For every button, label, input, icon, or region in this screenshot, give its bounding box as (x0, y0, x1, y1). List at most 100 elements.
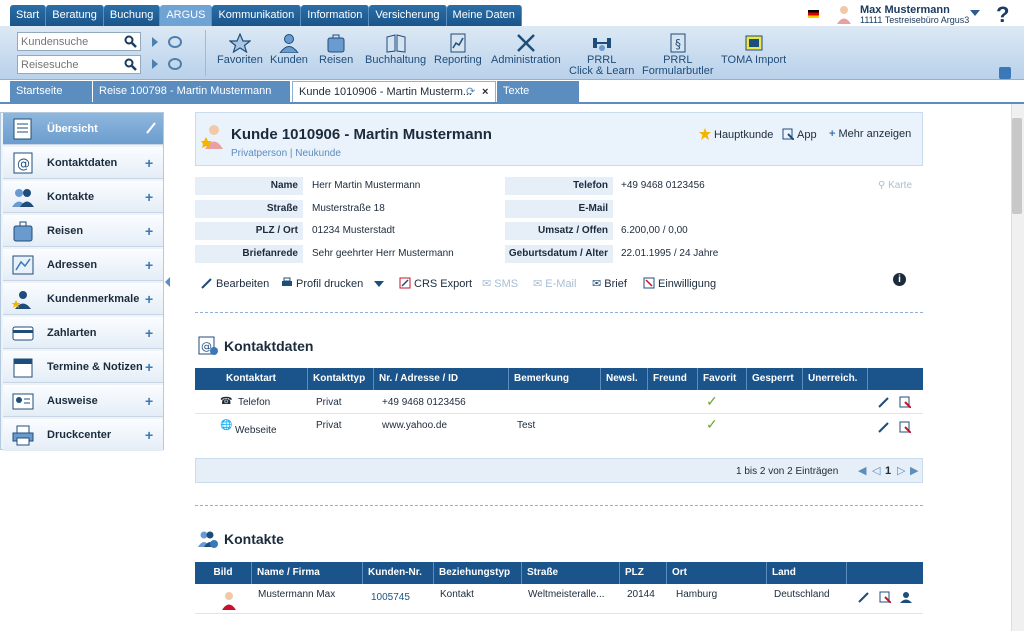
consent-button[interactable]: Einwilligung (643, 277, 716, 290)
tab-reise[interactable]: Reise 100798 - Martin Mustermann (93, 81, 290, 102)
sidebar-item-kundenmerkmale[interactable]: Kundenmerkmale + (3, 283, 163, 315)
show-more-link[interactable]: + Mehr anzeigen (829, 128, 911, 140)
column-header[interactable]: Bemerkung (509, 368, 601, 390)
nav-tab-argus[interactable]: ARGUS (160, 5, 213, 26)
german-flag-icon[interactable] (808, 10, 819, 18)
delete-icon[interactable] (899, 421, 911, 433)
tool-toma-import[interactable]: TOMA Import (721, 33, 786, 66)
edit-button[interactable]: Bearbeiten (201, 277, 269, 290)
column-header[interactable]: Straße (522, 562, 620, 584)
column-header[interactable]: Nr. / Adresse / ID (374, 368, 509, 390)
tool-reporting[interactable]: Reporting (434, 33, 482, 66)
customer-recent-icon[interactable] (168, 36, 182, 48)
add-icon[interactable]: + (145, 292, 153, 306)
column-header[interactable]: Kunden-Nr. (363, 562, 434, 584)
table-row[interactable]: ☎ Telefon Privat +49 9468 0123456 ✓ (195, 390, 923, 414)
sms-button[interactable]: ✉ SMS (482, 277, 518, 290)
column-header[interactable]: Favorit (698, 368, 747, 390)
table-row[interactable]: 🌐 Webseite Privat www.yahoo.de Test ✓ (195, 414, 923, 444)
column-header[interactable]: PLZ (620, 562, 667, 584)
column-header[interactable]: Kontaktart (195, 368, 308, 390)
column-header[interactable]: Name / Firma (252, 562, 363, 584)
add-icon[interactable]: + (145, 360, 153, 374)
customer-search-field[interactable] (17, 32, 141, 51)
column-header[interactable]: Newsl. (601, 368, 648, 390)
customer-search-input[interactable] (18, 33, 118, 50)
app-link[interactable]: App (782, 128, 817, 141)
scrollbar-thumb[interactable] (1012, 118, 1022, 214)
tab-startseite[interactable]: Startseite (10, 81, 92, 102)
add-icon[interactable]: + (145, 428, 153, 442)
tool-administration[interactable]: Administration (491, 33, 561, 66)
sidebar-item-kontakte[interactable]: Kontakte + (3, 181, 163, 213)
tool-kunden[interactable]: Kunden (270, 33, 308, 66)
sidebar-item-uebersicht[interactable]: Übersicht (3, 113, 163, 145)
letter-button[interactable]: ✉ Brief (592, 277, 627, 290)
tab-texte[interactable]: Texte (497, 81, 579, 102)
trip-search-field[interactable] (17, 55, 141, 74)
delete-icon[interactable] (879, 591, 891, 603)
sidebar-item-druckcenter[interactable]: Druckcenter + (3, 419, 163, 451)
sidebar-item-zahlarten[interactable]: Zahlarten + (3, 317, 163, 349)
tool-favoriten[interactable]: Favoriten (217, 33, 263, 66)
tool-prrl-click-learn[interactable]: PRRL Click & Learn (569, 33, 634, 77)
search-icon[interactable] (124, 58, 137, 71)
map-link[interactable]: ⚲ Karte (878, 180, 912, 191)
trip-search-go-icon[interactable] (152, 59, 158, 69)
pencil-icon[interactable] (878, 421, 890, 433)
first-page-icon[interactable]: ◀ (858, 464, 866, 477)
column-header[interactable]: Ort (667, 562, 767, 584)
sidebar-item-adressen[interactable]: Adressen + (3, 249, 163, 281)
main-customer-link[interactable]: Hauptkunde (699, 128, 773, 141)
nav-tab-information[interactable]: Information (301, 5, 370, 26)
collapse-toolbar-icon[interactable] (999, 67, 1011, 79)
customer-number-link[interactable]: 1005745 (371, 592, 410, 603)
print-profile-button[interactable]: Profil drucken (281, 277, 363, 290)
nav-tab-buchung[interactable]: Buchung (103, 5, 161, 26)
sidebar-item-reisen[interactable]: Reisen + (3, 215, 163, 247)
tool-prrl-formularbutler[interactable]: § PRRL Formularbutler (642, 33, 714, 77)
next-page-icon[interactable]: ▷ (897, 464, 905, 477)
column-header[interactable]: Kontakttyp (308, 368, 374, 390)
current-page[interactable]: 1 (885, 465, 891, 477)
nav-tab-start[interactable]: Start (10, 5, 47, 26)
column-header[interactable]: Bild (195, 562, 252, 584)
tool-buchhaltung[interactable]: Buchhaltung (365, 33, 426, 66)
sidebar-item-ausweise[interactable]: Ausweise + (3, 385, 163, 417)
column-header[interactable]: Unerreich. (803, 368, 868, 390)
nav-tab-beratung[interactable]: Beratung (46, 5, 104, 26)
tab-kunde[interactable]: Kunde 1010906 - Martin Musterm... ⟳ × (292, 81, 496, 102)
open-customer-icon[interactable] (900, 591, 912, 603)
pencil-icon[interactable] (878, 396, 890, 408)
nav-tab-meine-daten[interactable]: Meine Daten (446, 5, 522, 26)
pencil-icon[interactable] (858, 591, 870, 603)
add-icon[interactable]: + (145, 224, 153, 238)
tool-reisen[interactable]: Reisen (319, 33, 353, 66)
help-icon[interactable]: ? (996, 2, 1009, 28)
sidebar-item-termine-notizen[interactable]: Termine & Notizen + (3, 351, 163, 383)
add-icon[interactable]: + (145, 394, 153, 408)
sidebar-item-kontaktdaten[interactable]: @ Kontaktdaten + (3, 147, 163, 179)
add-icon[interactable]: + (145, 258, 153, 272)
customer-search-go-icon[interactable] (152, 37, 158, 47)
search-icon[interactable] (124, 35, 137, 48)
collapse-sidebar-icon[interactable] (165, 277, 170, 287)
column-header[interactable]: Beziehungstyp (434, 562, 522, 584)
user-menu[interactable]: Max Mustermann 11111 Testreisebüro Argus… (808, 4, 988, 26)
add-icon[interactable]: + (145, 190, 153, 204)
pencil-icon[interactable] (145, 121, 157, 135)
add-icon[interactable]: + (145, 156, 153, 170)
info-icon[interactable]: i (893, 273, 906, 286)
table-row[interactable]: Mustermann Max 1005745 Kontakt Weltmeist… (195, 584, 923, 614)
column-header[interactable]: Gesperrt (747, 368, 803, 390)
crs-export-button[interactable]: CRS Export (399, 277, 472, 290)
chevron-down-icon[interactable] (970, 10, 980, 16)
trip-search-input[interactable] (18, 56, 118, 73)
column-header[interactable]: Freund (648, 368, 698, 390)
add-icon[interactable]: + (145, 326, 153, 340)
refresh-icon[interactable]: ⟳ (466, 82, 475, 103)
nav-tab-versicherung[interactable]: Versicherung (369, 5, 447, 26)
email-button[interactable]: ✉ E-Mail (533, 277, 576, 290)
nav-tab-kommunikation[interactable]: Kommunikation (212, 5, 302, 26)
chevron-down-icon[interactable] (374, 281, 384, 287)
